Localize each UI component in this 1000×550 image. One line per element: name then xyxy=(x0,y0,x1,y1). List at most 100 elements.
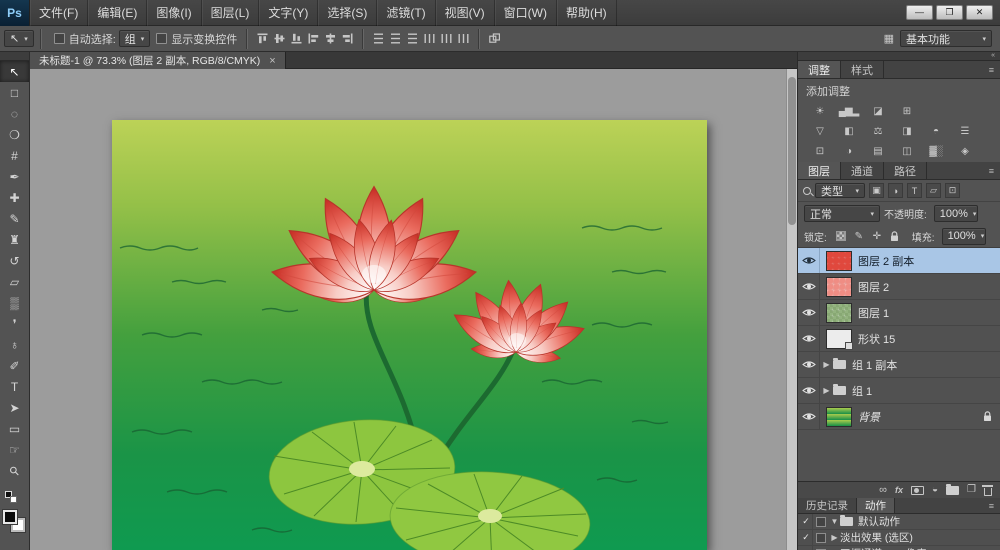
layer-row-layer1[interactable]: 图层 1 xyxy=(798,300,1000,326)
menu-image[interactable]: 图像(I) xyxy=(147,0,201,26)
auto-select-checkbox[interactable] xyxy=(54,33,65,44)
layer-name[interactable]: 组 1 xyxy=(852,383,872,399)
menu-help[interactable]: 帮助(H) xyxy=(557,0,617,26)
posterize-icon[interactable]: ▤ xyxy=(864,142,891,161)
layer-row-group1-copy[interactable]: ▶ 组 1 副本 xyxy=(798,352,1000,378)
scrollbar-thumb[interactable] xyxy=(788,77,796,225)
visibility-toggle[interactable] xyxy=(798,300,820,325)
menu-edit[interactable]: 编辑(E) xyxy=(88,0,147,26)
align-right-edges-icon[interactable] xyxy=(339,30,356,47)
distribute-left-edges-icon[interactable] xyxy=(421,30,438,47)
action-set-default[interactable]: ✓ ▼ 默认动作 xyxy=(798,514,1000,530)
canvas-pasteboard[interactable] xyxy=(30,69,786,550)
delete-layer-icon[interactable] xyxy=(984,485,992,496)
gradient-tool[interactable]: ▒ xyxy=(0,292,29,313)
clone-stamp-tool[interactable]: ♜ xyxy=(0,229,29,250)
layer-name[interactable]: 组 1 副本 xyxy=(852,357,897,373)
filter-shape-layers-icon[interactable]: ▱ xyxy=(926,183,941,198)
visibility-toggle[interactable] xyxy=(798,248,820,273)
hue-saturation-icon[interactable]: ◧ xyxy=(835,122,862,141)
align-left-edges-icon[interactable] xyxy=(305,30,322,47)
lock-image-pixels-icon[interactable]: ✎ xyxy=(852,229,866,243)
photo-filter-icon[interactable]: ◓ xyxy=(922,122,949,141)
show-transform-checkbox[interactable] xyxy=(156,33,167,44)
distribute-vertical-centers-icon[interactable] xyxy=(387,30,404,47)
fill-dropdown[interactable]: 100% ▾ xyxy=(942,228,986,245)
levels-icon[interactable]: ▄▆▂ xyxy=(835,102,862,121)
panel-menu-icon[interactable]: ≡ xyxy=(983,61,1000,78)
dialog-toggle[interactable] xyxy=(816,533,826,543)
vibrance-icon[interactable]: ▽ xyxy=(806,122,833,141)
layer-filter-type-dropdown[interactable]: 类型 ▾ xyxy=(815,183,865,198)
panel-menu-icon[interactable]: ≡ xyxy=(983,498,1000,513)
brightness-contrast-icon[interactable]: ☀ xyxy=(806,102,833,121)
action-fade-effect[interactable]: ✓ ▶ 淡出效果 (选区) xyxy=(798,530,1000,546)
shape-tool[interactable]: ▭ xyxy=(0,418,29,439)
tab-paths[interactable]: 路径 xyxy=(884,162,927,179)
menu-window[interactable]: 窗口(W) xyxy=(495,0,557,26)
layer-name[interactable]: 图层 2 副本 xyxy=(858,253,914,269)
distribute-bottom-edges-icon[interactable] xyxy=(404,30,421,47)
path-selection-tool[interactable]: ➤ xyxy=(0,397,29,418)
expand-action-icon[interactable]: ▶ xyxy=(829,533,840,542)
quick-selection-tool[interactable]: ❍ xyxy=(0,124,29,145)
add-layer-mask-icon[interactable] xyxy=(911,486,924,495)
layer-name[interactable]: 背景 xyxy=(858,409,880,425)
layer-name[interactable]: 形状 15 xyxy=(858,331,895,347)
distribute-horizontal-centers-icon[interactable] xyxy=(438,30,455,47)
zoom-tool[interactable]: ⚲ xyxy=(0,460,29,481)
layer-thumbnail[interactable] xyxy=(826,277,852,297)
visibility-toggle[interactable] xyxy=(798,378,820,403)
close-tab-icon[interactable]: × xyxy=(269,55,275,67)
menu-filter[interactable]: 滤镜(T) xyxy=(377,0,435,26)
selective-color-icon[interactable]: ◈ xyxy=(951,142,978,161)
align-bottom-edges-icon[interactable] xyxy=(288,30,305,47)
filter-type-layers-icon[interactable]: T xyxy=(907,183,922,198)
align-horizontal-centers-icon[interactable] xyxy=(322,30,339,47)
layer-thumbnail[interactable] xyxy=(826,251,852,271)
menu-layer[interactable]: 图层(L) xyxy=(202,0,260,26)
menu-select[interactable]: 选择(S) xyxy=(318,0,377,26)
lock-position-icon[interactable]: ✛ xyxy=(870,229,884,243)
expand-group-icon[interactable]: ▶ xyxy=(820,360,833,369)
tab-history[interactable]: 历史记录 xyxy=(798,498,857,513)
restore-button[interactable]: ❐ xyxy=(936,5,963,20)
layer-thumbnail[interactable] xyxy=(826,407,852,427)
visibility-toggle[interactable] xyxy=(798,404,820,429)
auto-select-mode-dropdown[interactable]: 组 ▾ xyxy=(119,30,151,47)
align-top-edges-icon[interactable] xyxy=(254,30,271,47)
layer-row-background[interactable]: 背景 xyxy=(798,404,1000,430)
action-name[interactable]: 画框通道 - 50 像素 xyxy=(840,546,927,550)
tool-panel-grip[interactable] xyxy=(0,52,29,61)
panel-menu-icon[interactable]: ≡ xyxy=(983,162,1000,179)
new-layer-icon[interactable]: ❐ xyxy=(967,485,976,495)
black-white-icon[interactable]: ◨ xyxy=(893,122,920,141)
align-vertical-centers-icon[interactable] xyxy=(271,30,288,47)
close-button[interactable]: ✕ xyxy=(966,5,993,20)
blur-tool[interactable]: ❜ xyxy=(0,313,29,334)
lasso-tool[interactable]: ◌ xyxy=(0,103,29,124)
layer-name[interactable]: 图层 1 xyxy=(858,305,889,321)
healing-brush-tool[interactable]: ✚ xyxy=(0,187,29,208)
document-tab[interactable]: 未标题-1 @ 73.3% (图层 2 副本, RGB/8/CMYK) × xyxy=(30,52,286,69)
action-enabled-check[interactable]: ✓ xyxy=(800,514,813,529)
marquee-tool[interactable]: □ xyxy=(0,82,29,103)
threshold-icon[interactable]: ◫ xyxy=(893,142,920,161)
vertical-scrollbar[interactable] xyxy=(786,69,797,550)
tab-layers[interactable]: 图层 xyxy=(798,162,841,179)
layer-thumbnail[interactable] xyxy=(826,329,852,349)
dialog-toggle[interactable] xyxy=(816,517,826,527)
channel-mixer-icon[interactable]: ☰ xyxy=(951,122,978,141)
default-colors-icon[interactable] xyxy=(5,491,18,504)
filter-pixel-layers-icon[interactable]: ▣ xyxy=(869,183,884,198)
lock-all-icon[interactable] xyxy=(888,229,902,243)
type-tool[interactable]: T xyxy=(0,376,29,397)
visibility-toggle[interactable] xyxy=(798,326,820,351)
color-lookup-icon[interactable]: ⊡ xyxy=(806,142,833,161)
auto-align-layers-icon[interactable] xyxy=(486,30,503,47)
hand-tool[interactable]: ☞ xyxy=(0,439,29,460)
workspace-switcher[interactable]: 基本功能 ▾ xyxy=(900,30,992,47)
action-enabled-check[interactable]: ✓ xyxy=(800,530,813,545)
new-adjustment-layer-icon[interactable]: ◒ xyxy=(932,485,938,495)
tab-channels[interactable]: 通道 xyxy=(841,162,884,179)
